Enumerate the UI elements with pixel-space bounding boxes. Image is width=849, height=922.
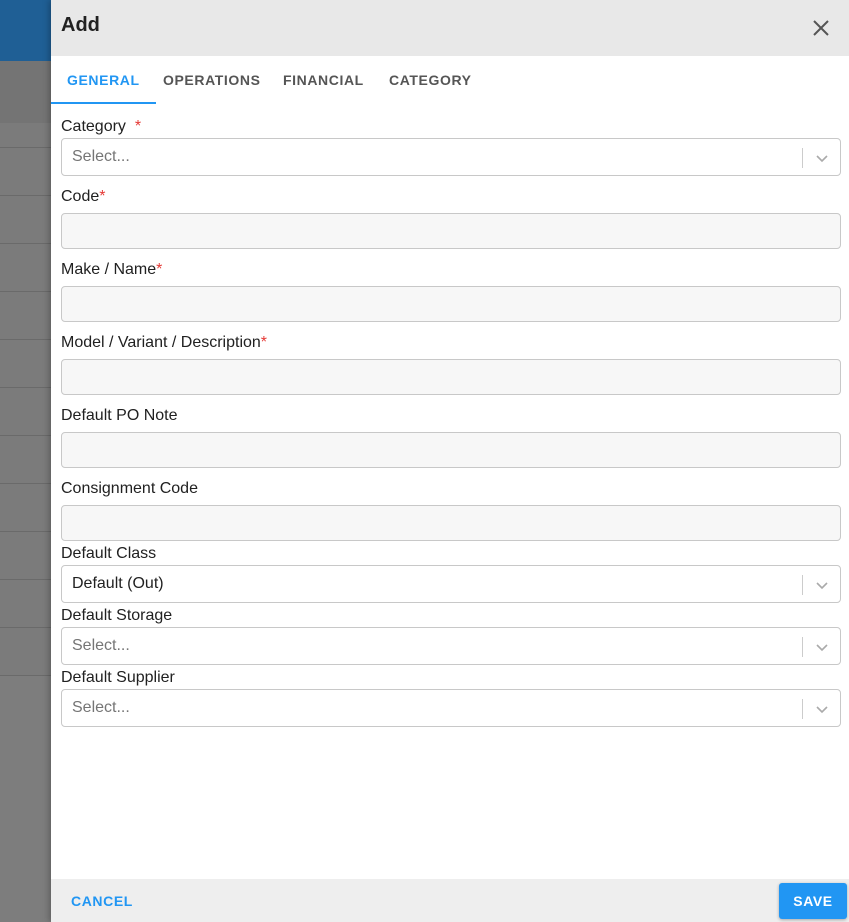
required-marker: * (99, 188, 106, 205)
chevron-down-icon (816, 155, 828, 163)
category-label: Category * (61, 118, 141, 136)
default-supplier-select[interactable]: Select... (61, 689, 841, 727)
dialog-header: Add (51, 0, 849, 56)
required-marker: * (260, 334, 268, 351)
app-table-rows (0, 123, 51, 676)
tab-category[interactable]: CATEGORY (373, 56, 488, 104)
close-button[interactable] (807, 14, 835, 42)
tab-bar: GENERAL OPERATIONS FINANCIAL CATEGORY (51, 56, 849, 104)
save-button[interactable]: SAVE (779, 883, 847, 919)
tab-general[interactable]: GENERAL (51, 56, 156, 104)
code-input[interactable] (61, 213, 841, 249)
table-row-divider (0, 387, 51, 388)
select-separator (802, 637, 803, 657)
model-input[interactable] (61, 359, 841, 395)
code-label: Code* (61, 188, 105, 206)
app-topbar (0, 0, 51, 61)
default-storage-placeholder: Select... (72, 637, 130, 654)
table-row-divider (0, 627, 51, 628)
make-name-label: Make / Name* (61, 261, 162, 279)
table-row-divider (0, 291, 51, 292)
model-label: Model / Variant / Description* (61, 334, 267, 352)
close-icon (813, 20, 829, 36)
default-supplier-label: Default Supplier (61, 669, 175, 686)
add-dialog: Add GENERAL OPERATIONS FINANCIAL CATEGOR… (51, 0, 849, 922)
category-select[interactable]: Select... (61, 138, 841, 176)
chevron-down-icon (816, 582, 828, 590)
default-class-select[interactable]: Default (Out) (61, 565, 841, 603)
code-label-text: Code (61, 188, 100, 205)
select-separator (802, 575, 803, 595)
cancel-button[interactable]: CANCEL (71, 893, 133, 909)
table-row-divider (0, 339, 51, 340)
tab-financial[interactable]: FINANCIAL (267, 56, 380, 104)
table-row-divider (0, 435, 51, 436)
app-subbar (0, 61, 51, 123)
chevron-down-icon (816, 644, 828, 652)
model-label-text: Model / Variant / Description (61, 334, 261, 351)
consignment-label: Consignment Code (61, 480, 198, 497)
consignment-input[interactable] (61, 505, 841, 541)
default-class-label: Default Class (61, 545, 157, 562)
category-select-placeholder: Select... (72, 148, 130, 165)
tab-operations[interactable]: OPERATIONS (147, 56, 277, 104)
table-row-divider (0, 147, 51, 148)
dialog-title: Add (61, 14, 100, 36)
select-separator (802, 148, 803, 168)
table-row-divider (0, 483, 51, 484)
chevron-down-icon (816, 706, 828, 714)
table-row-divider (0, 675, 51, 676)
table-row-divider (0, 531, 51, 532)
default-storage-label: Default Storage (61, 607, 173, 624)
category-label-text: Category (61, 118, 126, 135)
select-separator (802, 699, 803, 719)
po-note-input[interactable] (61, 432, 841, 468)
table-row-divider (0, 579, 51, 580)
table-row-divider (0, 195, 51, 196)
required-marker: * (134, 118, 142, 135)
make-name-input[interactable] (61, 286, 841, 322)
table-row-divider (0, 243, 51, 244)
default-class-value: Default (Out) (72, 575, 164, 592)
default-storage-select[interactable]: Select... (61, 627, 841, 665)
app-backdrop (0, 0, 51, 922)
required-marker: * (156, 261, 163, 278)
make-name-label-text: Make / Name (61, 261, 157, 278)
default-supplier-placeholder: Select... (72, 699, 130, 716)
po-note-label: Default PO Note (61, 407, 178, 424)
dialog-footer: CANCEL SAVE (51, 879, 849, 922)
